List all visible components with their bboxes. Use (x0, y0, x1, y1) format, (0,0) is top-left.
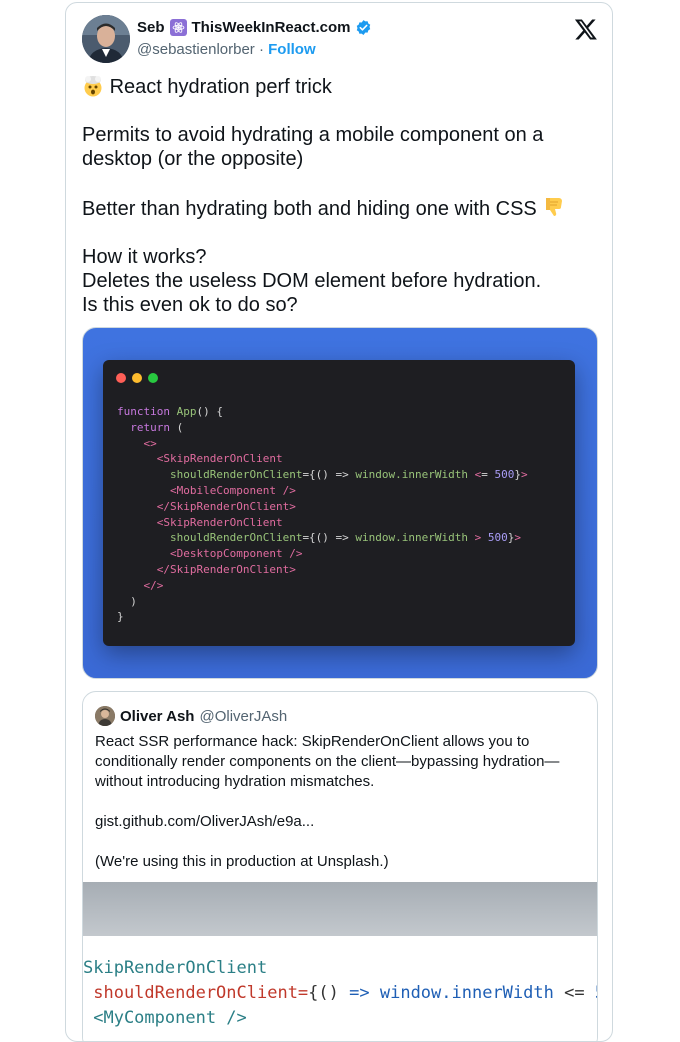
code-screenshot-image[interactable]: function App() { return ( <> <SkipRender… (82, 327, 598, 679)
code-line: <SkipRenderOnClient (156, 515, 283, 529)
quoted-text-1: React SSR performance hack: SkipRenderOn… (95, 733, 560, 790)
quoted-media-image: SkipRenderOnClient shouldRenderOnClient=… (83, 882, 597, 1041)
x-logo-icon[interactable] (574, 17, 598, 41)
author-avatar[interactable] (82, 15, 130, 63)
window-dot-yellow (132, 373, 142, 383)
follow-button[interactable]: Follow (268, 41, 316, 58)
author-name-row[interactable]: Seb ThisWeekInReact.com (137, 19, 372, 36)
code-line: shouldRenderOnClient={() => window.inner… (169, 468, 528, 482)
tweet-line-6: Is this even ok to do so? (82, 294, 298, 316)
code-line: </SkipRenderOnClient> (156, 499, 296, 513)
window-dot-red (116, 373, 126, 383)
code-line: ) (117, 594, 137, 608)
react-atom-icon (169, 19, 187, 36)
quoted-code-line: shouldRenderOnClient={() => window.inner… (83, 983, 597, 1003)
quoted-author-avatar (95, 706, 115, 726)
code-block: function App() { return ( <> <SkipRender… (117, 404, 528, 625)
quoted-media-header (83, 882, 597, 936)
tweet-line-4: How it works? (82, 246, 207, 268)
code-line: } (117, 610, 124, 624)
tweet-line-3: Better than hydrating both and hiding on… (82, 198, 537, 220)
exploding-head-emoji (82, 76, 110, 98)
quoted-code-line: SkipRenderOnClient (83, 958, 268, 978)
code-line: </> (143, 578, 164, 592)
code-line: shouldRenderOnClient={() => window.inner… (169, 531, 522, 545)
quoted-tweet[interactable]: Oliver Ash @OliverJAsh React SSR perform… (82, 691, 598, 1041)
code-line: <> (143, 436, 157, 450)
verified-badge-icon (355, 19, 372, 36)
author-org[interactable]: ThisWeekInReact.com (192, 19, 351, 36)
quoted-tweet-header: Oliver Ash @OliverJAsh (95, 706, 287, 726)
thumbs-down-emoji (542, 198, 566, 220)
quoted-author-name: Oliver Ash (120, 707, 195, 725)
code-line: <MobileComponent /> (169, 483, 296, 497)
code-window: function App() { return ( <> <SkipRender… (103, 360, 575, 646)
code-line: <SkipRenderOnClient (156, 452, 283, 466)
tweet-line-2: Permits to avoid hydrating a mobile comp… (82, 124, 544, 170)
separator-dot: · (258, 41, 264, 58)
tweet-card: Seb ThisWeekInReact.com @sebastienlorber… (65, 2, 613, 1042)
window-dot-green (148, 373, 158, 383)
quoted-author-handle: @OliverJAsh (199, 707, 288, 725)
code-line: function App() { (117, 405, 223, 418)
quoted-link[interactable]: gist.github.com/OliverJAsh/e9a... (95, 812, 585, 832)
quoted-tweet-text: React SSR performance hack: SkipRenderOn… (95, 732, 585, 872)
window-dots (116, 373, 158, 383)
tweet-text: React hydration perf trick Permits to av… (82, 75, 592, 317)
quoted-text-2: (We're using this in production at Unspl… (95, 853, 389, 870)
quoted-code-line: <MyComponent /> (83, 1008, 247, 1028)
tweet-line-1: React hydration perf trick (109, 76, 332, 98)
tweet-line-5: Deletes the useless DOM element before h… (82, 270, 542, 292)
quoted-code-block: SkipRenderOnClient shouldRenderOnClient=… (83, 956, 597, 1031)
author-name[interactable]: Seb (137, 19, 165, 36)
author-handle-row: @sebastienlorber · Follow (137, 41, 316, 58)
code-line: <DesktopComponent /> (169, 547, 303, 561)
author-handle[interactable]: @sebastienlorber (137, 41, 255, 58)
code-line: return ( (130, 420, 184, 434)
code-line: </SkipRenderOnClient> (156, 562, 296, 576)
